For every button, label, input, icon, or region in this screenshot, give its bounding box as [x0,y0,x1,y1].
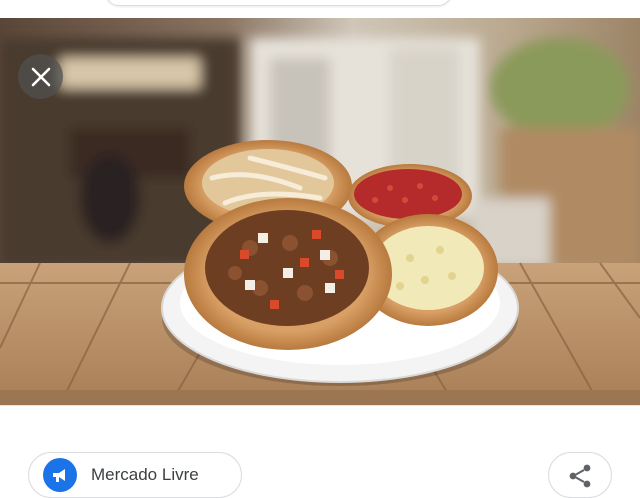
close-button[interactable] [18,54,63,99]
image-viewer [0,18,640,405]
source-label: Mercado Livre [91,465,199,484]
pizza-plate-image [0,18,640,405]
megaphone-icon [43,458,77,492]
share-button[interactable] [548,452,612,498]
close-icon [31,67,50,86]
image-actions: Mercado Livre [0,406,640,498]
source-link-chip[interactable]: Mercado Livre [28,452,242,498]
top-strip [0,0,640,18]
share-icon [569,464,591,488]
search-pill[interactable] [105,0,452,6]
